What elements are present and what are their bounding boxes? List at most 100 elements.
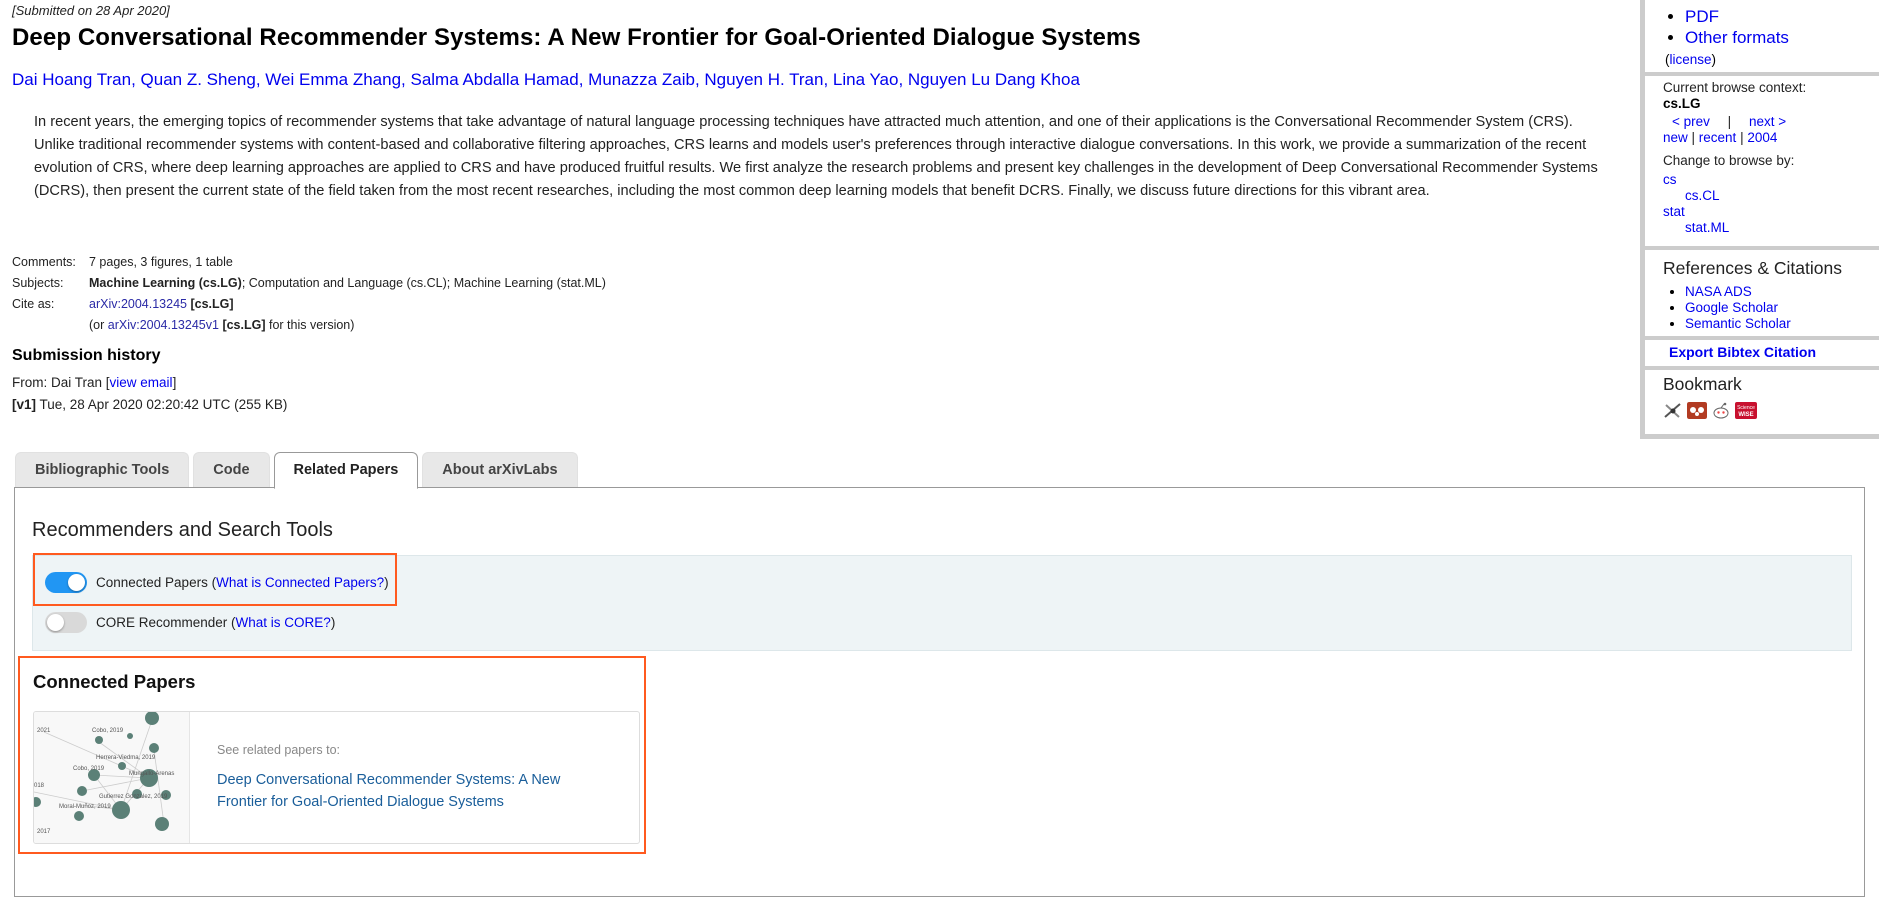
connected-papers-toggle-row: Connected Papers (What is Connected Pape…: [45, 572, 389, 593]
bibsonomy-icon[interactable]: [1663, 402, 1683, 419]
thumb-label: Moral-Muñoz, 2019: [59, 804, 111, 810]
author-separator: ,: [131, 70, 141, 89]
reddit-icon[interactable]: [1711, 402, 1731, 419]
author-separator: ,: [694, 70, 705, 89]
sidebar-divider: [1645, 366, 1879, 370]
paper-title: Deep Conversational Recommender Systems:…: [12, 24, 1141, 51]
license-close: ): [1711, 52, 1717, 67]
new-link[interactable]: new: [1663, 130, 1688, 145]
see-related-label: See related papers to:: [217, 743, 340, 757]
google-scholar-link[interactable]: Google Scholar: [1685, 300, 1778, 315]
cite-alt-prefix: (or: [89, 318, 108, 332]
tab-about-arxivlabs[interactable]: About arXivLabs: [422, 452, 578, 487]
browse-context: Current browse context: cs.LG < prev | n…: [1663, 80, 1879, 236]
other-formats-link[interactable]: Other formats: [1685, 28, 1789, 47]
bookmark-title: Bookmark: [1663, 374, 1742, 394]
cite-alt-suffix: for this version): [265, 318, 355, 332]
author-link[interactable]: Dai Hoang Tran: [12, 70, 131, 89]
nasa-ads-link[interactable]: NASA ADS: [1685, 284, 1752, 299]
toggle-knob: [68, 574, 85, 591]
author-link[interactable]: Nguyen Lu Dang Khoa: [908, 70, 1080, 89]
author-separator: ,: [255, 70, 266, 89]
pdf-link[interactable]: PDF: [1685, 7, 1719, 26]
cite-version-link[interactable]: arXiv:2004.13245v1: [108, 318, 219, 332]
thumb-label: Mungallo-Arenas: [129, 771, 174, 777]
thumb-label: Cobo, 2019: [92, 728, 124, 734]
thumb-label: Cobo, 2019: [73, 766, 105, 772]
export-bibtex-link[interactable]: Export Bibtex Citation: [1669, 344, 1879, 360]
svg-text:WISE: WISE: [1738, 412, 1753, 418]
mendeley-icon[interactable]: [1687, 402, 1707, 419]
sidebar: PDF Other formats (license) Current brow…: [1640, 0, 1879, 439]
license: (license): [1665, 52, 1879, 67]
browse-stat-link[interactable]: stat: [1663, 204, 1685, 219]
comments-row: Comments: 7 pages, 3 figures, 1 table: [12, 252, 606, 273]
references-title: References & Citations: [1663, 258, 1842, 278]
core-close: ): [330, 615, 336, 630]
format-other: Other formats: [1685, 27, 1879, 48]
recent-link[interactable]: recent: [1699, 130, 1737, 145]
next-link[interactable]: next >: [1749, 114, 1786, 129]
cite-row: Cite as: arXiv:2004.13245 [cs.LG] (or ar…: [12, 294, 606, 336]
author-link[interactable]: Nguyen H. Tran: [704, 70, 823, 89]
what-is-core-link[interactable]: What is CORE?: [236, 615, 331, 630]
connected-papers-close: ): [384, 575, 389, 590]
sidebar-divider: [1645, 246, 1879, 250]
svg-text:Science: Science: [1737, 405, 1755, 411]
license-link[interactable]: license: [1670, 52, 1712, 67]
connected-papers-card[interactable]: 2021 Cobo, 2019 Herrera-Viedma, 2019 Cob…: [33, 711, 640, 844]
connected-papers-section-title: Connected Papers: [33, 671, 196, 692]
labs-tabs: Bibliographic Tools Code Related Papers Abo…: [15, 452, 578, 489]
sciencewise-icon[interactable]: Science WISE: [1735, 402, 1757, 419]
change-browse-label: Change to browse by:: [1663, 153, 1795, 168]
sidebar-divider: [1645, 72, 1879, 76]
cite-alt-category: [cs.LG]: [222, 318, 266, 332]
browse-statml-link[interactable]: stat.ML: [1663, 220, 1729, 235]
core-recommender-toggle[interactable]: [45, 612, 87, 633]
author-link[interactable]: Quan Z. Sheng: [141, 70, 256, 89]
toggle-knob: [47, 614, 64, 631]
tab-bibliographic-tools[interactable]: Bibliographic Tools: [15, 452, 190, 487]
thumb-label: 018: [34, 783, 45, 789]
year-link[interactable]: 2004: [1747, 130, 1777, 145]
thumb-label: 2017: [37, 829, 51, 835]
browse-cscl-link[interactable]: cs.CL: [1663, 188, 1720, 203]
metadata-table: Comments: 7 pages, 3 figures, 1 table Su…: [12, 252, 606, 336]
semantic-scholar-link[interactable]: Semantic Scholar: [1685, 316, 1791, 331]
cite-link[interactable]: arXiv:2004.13245: [89, 297, 187, 311]
browse-cs: cs cs.CL: [1663, 172, 1879, 204]
nav-separator: |: [1727, 114, 1732, 129]
cite-value: arXiv:2004.13245 [cs.LG] (or arXiv:2004.…: [89, 294, 606, 336]
ref-item: NASA ADS: [1685, 284, 1879, 300]
submission-date: [Submitted on 28 Apr 2020]: [12, 3, 170, 18]
thumb-label: Herrera-Viedma, 2019: [96, 755, 156, 761]
secondary-subjects: ; Computation and Language (cs.CL); Mach…: [241, 276, 606, 290]
primary-subject: Machine Learning (cs.LG): [89, 276, 242, 290]
author-link[interactable]: Wei Emma Zhang: [265, 70, 401, 89]
author-list: Dai Hoang Tran, Quan Z. Sheng, Wei Emma …: [12, 70, 1080, 90]
author-link[interactable]: Salma Abdalla Hamad: [410, 70, 578, 89]
submission-history: From: Dai Tran [view email] [v1] Tue, 28…: [12, 372, 287, 416]
connected-papers-toggle[interactable]: [45, 572, 87, 593]
author-link[interactable]: Munazza Zaib: [588, 70, 695, 89]
what-is-connected-papers-link[interactable]: What is Connected Papers?: [216, 575, 384, 590]
connected-papers-paper-link[interactable]: Deep Conversational Recommender Systems:…: [217, 769, 597, 813]
prev-link[interactable]: < prev: [1672, 114, 1710, 129]
from-suffix: ]: [172, 375, 177, 390]
browse-cs-link[interactable]: cs: [1663, 172, 1677, 187]
author-separator: ,: [823, 70, 833, 89]
subjects-label: Subjects:: [12, 276, 64, 290]
sidebar-divider: [1645, 336, 1879, 340]
tab-code[interactable]: Code: [193, 452, 270, 487]
cite-category: [cs.LG]: [190, 297, 234, 311]
listing-links: new | recent | 2004: [1663, 130, 1778, 145]
ref-item: Semantic Scholar: [1685, 316, 1879, 332]
browse-stat: stat stat.ML: [1663, 204, 1879, 236]
from-text: From: Dai Tran [: [12, 375, 110, 390]
ref-item: Google Scholar: [1685, 300, 1879, 316]
author-link[interactable]: Lina Yao: [833, 70, 899, 89]
download-formats: PDF Other formats: [1645, 6, 1879, 48]
view-email-link[interactable]: view email: [110, 375, 173, 390]
context-nav: < prev | next >: [1663, 114, 1879, 130]
tab-related-papers[interactable]: Related Papers: [273, 452, 419, 489]
